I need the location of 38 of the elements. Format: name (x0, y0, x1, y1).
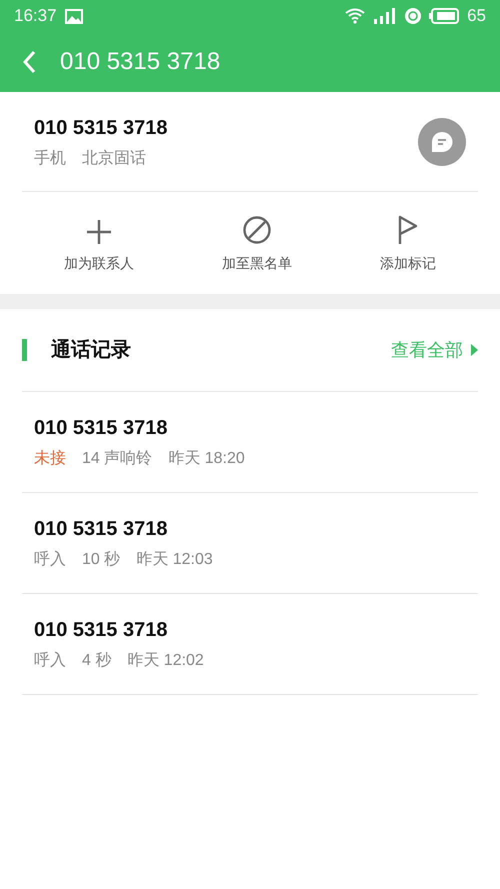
call-log-row[interactable]: 010 5315 3718 未接 14 声响铃 昨天 18:20 (22, 392, 478, 493)
call-type: 呼入 (34, 550, 66, 570)
signal-icon (373, 8, 398, 24)
page-title: 010 5315 3718 (60, 47, 220, 77)
flag-icon (397, 214, 419, 244)
action-button[interactable]: 加为联系人 (58, 212, 140, 274)
call-type: 未接 (34, 448, 66, 469)
call-detail: 14 声响铃 (82, 448, 152, 469)
phone-number: 010 5315 3718 (34, 416, 168, 441)
call-log-row[interactable]: 010 5315 3718 呼入 4 秒 昨天 12:02 (22, 594, 478, 695)
call-time: 昨天 12:03 (136, 550, 213, 570)
call-detail: 10 秒 (82, 550, 120, 570)
message-button[interactable] (418, 118, 466, 166)
clock-time: 16:37 (14, 5, 57, 28)
image-icon (64, 8, 83, 24)
phone-number: 010 5315 3718 (34, 618, 168, 643)
phone-number: 010 5315 3718 (34, 517, 168, 542)
back-icon[interactable] (22, 50, 36, 74)
number-location: 北京固话 (82, 148, 146, 168)
section-title: 通话记录 (51, 338, 131, 363)
battery-level: 65 (467, 5, 486, 28)
wifi-icon (345, 8, 366, 24)
call-time: 昨天 12:02 (127, 651, 204, 671)
action-button[interactable]: 加至黑名单 (216, 212, 298, 274)
caret-icon (471, 344, 478, 356)
call-detail: 4 秒 (82, 651, 112, 671)
number-type: 手机 (34, 148, 66, 168)
call-time: 昨天 18:20 (168, 449, 245, 469)
chat-bubble-icon (430, 130, 454, 152)
plus-icon (86, 218, 112, 244)
hd-icon (405, 8, 422, 24)
phone-number: 010 5315 3718 (34, 116, 168, 140)
call-type: 呼入 (34, 650, 66, 671)
block-icon (242, 214, 272, 244)
battery-icon (429, 8, 460, 24)
section-marker (22, 339, 27, 361)
action-button[interactable]: 添加标记 (374, 212, 442, 274)
call-log-row[interactable]: 010 5315 3718 呼入 10 秒 昨天 12:03 (22, 493, 478, 594)
